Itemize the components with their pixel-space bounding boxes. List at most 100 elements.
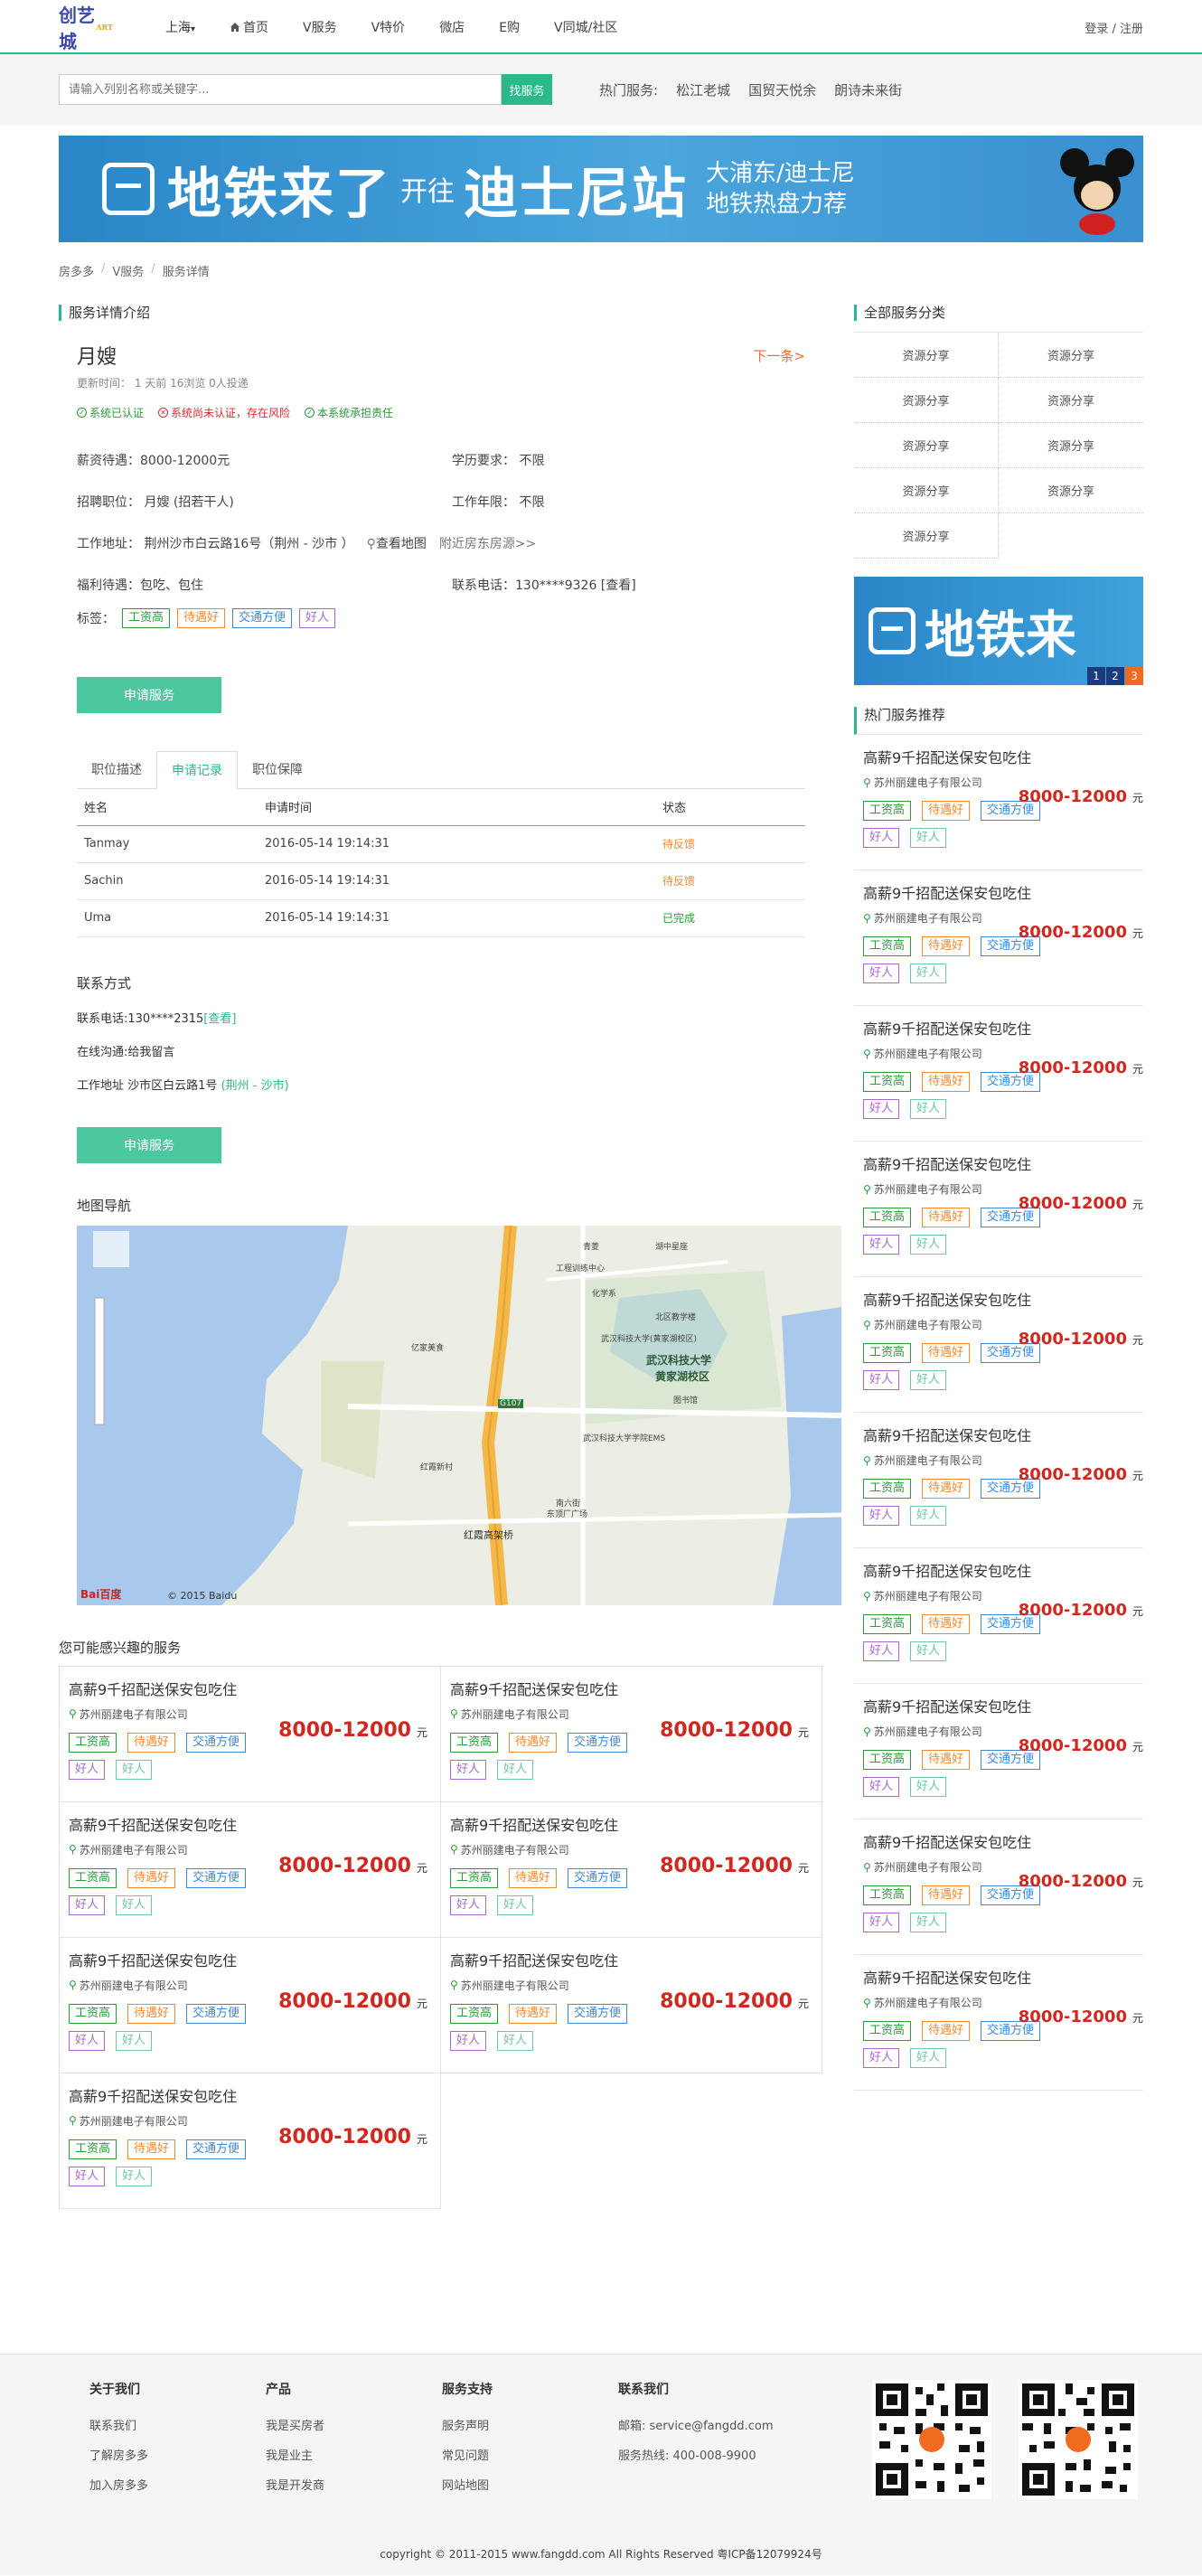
hot-link[interactable]: 松江老城: [676, 80, 730, 99]
nav-item-ebuy[interactable]: E购: [499, 18, 520, 36]
records-table: 姓名 申请时间 状态 Tanmay 2016-05-14 19:14:31 待反馈 …: [77, 789, 805, 937]
tab-description[interactable]: 职位描述: [77, 751, 156, 788]
category-item[interactable]: 资源分享: [999, 333, 1143, 378]
category-item[interactable]: 资源分享: [854, 333, 999, 378]
map-pin-icon: ⚲: [863, 1996, 871, 2009]
pager-dot[interactable]: 1: [1087, 667, 1105, 685]
hot-link[interactable]: 朗诗未来街: [834, 80, 902, 99]
pager-dot[interactable]: 2: [1106, 667, 1124, 685]
footer-link[interactable]: 我是业主: [266, 2449, 313, 2463]
contact-phone: 联系电话:130****2315[查看]: [77, 1011, 237, 1026]
city-selector[interactable]: 上海▾: [165, 18, 195, 36]
price: 8000-12000 元: [660, 1854, 809, 1877]
map-pin-icon: ⚲: [366, 537, 376, 551]
breadcrumb-item[interactable]: V服务: [112, 262, 144, 279]
nav-item-microshop[interactable]: 微店: [439, 18, 465, 36]
hot-card[interactable]: 高薪9千招配送保安包吃住 ⚲ 苏州丽建电子有限公司 工资高 待遇好 交通方便 好人 好人 800…: [854, 1684, 1143, 1819]
service-card[interactable]: 高薪9千招配送保安包吃住 ⚲ 苏州丽建电子有限公司 工资高 待遇好 交通方便 好人 好人 …: [60, 1666, 441, 1802]
map-view[interactable]: 武汉科技大学 黄家湖校区 武汉科技大学(黄家湖校区) 武汉科技大学学院EMS 红…: [77, 1225, 841, 1605]
view-phone-link[interactable]: [查看]: [203, 1012, 236, 1026]
metro-icon: [869, 607, 916, 654]
nav-item-vspecial[interactable]: V特价: [371, 18, 406, 36]
category-item[interactable]: 资源分享: [854, 423, 999, 468]
footer-link[interactable]: 加入房多多: [89, 2479, 148, 2493]
tab-guarantee[interactable]: 职位保障: [238, 751, 317, 788]
map-canvas: [77, 1225, 841, 1605]
apply-button[interactable]: 申请服务: [77, 677, 221, 713]
map-label: 武汉科技大学: [646, 1353, 712, 1367]
footer-link[interactable]: 网站地图: [442, 2479, 489, 2493]
hot-card[interactable]: 高薪9千招配送保安包吃住 ⚲ 苏州丽建电子有限公司 工资高 待遇好 交通方便 好人 好人 800…: [854, 870, 1143, 1006]
breadcrumb-item[interactable]: 房多多: [59, 262, 94, 279]
map-label: 青菱: [583, 1242, 600, 1252]
site-logo[interactable]: 创艺城 ART: [59, 5, 113, 52]
footer-email[interactable]: 邮箱: service@fangdd.com: [618, 2416, 822, 2433]
hot-card[interactable]: 高薪9千招配送保安包吃住 ⚲ 苏州丽建电子有限公司 工资高 待遇好 交通方便 好人 好人 800…: [854, 1413, 1143, 1548]
update-meta: 更新时间： 1 天前 16浏览 0人投递: [77, 377, 249, 390]
login-register-link[interactable]: 登录 / 注册: [1085, 19, 1143, 36]
category-item[interactable]: 资源分享: [854, 378, 999, 423]
column-header: 状态: [655, 789, 805, 826]
category-item[interactable]: 资源分享: [999, 423, 1143, 468]
hot-card[interactable]: 高薪9千招配送保安包吃住 ⚲ 苏州丽建电子有限公司 工资高 待遇好 交通方便 好人 好人 800…: [854, 1548, 1143, 1684]
hot-link[interactable]: 国贸天悦余: [748, 80, 816, 99]
hot-card[interactable]: 高薪9千招配送保安包吃住 ⚲ 苏州丽建电子有限公司 工资高 待遇好 交通方便 好人 好人 800…: [854, 1006, 1143, 1142]
tab-records[interactable]: 申请记录: [156, 751, 238, 790]
nav-item-home[interactable]: 首页: [230, 18, 268, 36]
footer-link[interactable]: 了解房多多: [89, 2449, 148, 2463]
banner-pager: 1 2 3: [1086, 667, 1143, 685]
qr-code-icon: [872, 2379, 991, 2499]
service-card[interactable]: 高薪9千招配送保安包吃住 ⚲ 苏州丽建电子有限公司 工资高 待遇好 交通方便 好人 好人 …: [441, 1937, 822, 2073]
map-pin-icon: ⚲: [863, 1182, 871, 1196]
footer-link[interactable]: 常见问题: [442, 2449, 489, 2463]
column-header: 申请时间: [258, 789, 655, 826]
map-pin-icon: ⚲: [863, 1318, 871, 1331]
footer-link[interactable]: 我是开发商: [266, 2479, 324, 2493]
service-card[interactable]: 高薪9千招配送保安包吃住 ⚲ 苏州丽建电子有限公司 工资高 待遇好 交通方便 好人 好人 …: [441, 1801, 822, 1938]
section-title: 服务详情介绍: [59, 305, 823, 321]
phone-field[interactable]: 联系电话：130****9326 [查看]: [452, 576, 805, 594]
pager-dot[interactable]: 3: [1125, 667, 1143, 685]
hot-card[interactable]: 高薪9千招配送保安包吃住 ⚲ 苏州丽建电子有限公司 工资高 待遇好 交通方便 好人 好人 800…: [854, 1819, 1143, 1955]
contact-info: 联系电话:130****2315[查看] 在线沟通:给我留言 工作地址 沙市区白…: [77, 1009, 805, 1093]
mickey-icon: [1060, 148, 1134, 235]
footer-link[interactable]: 我是买房者: [266, 2420, 324, 2433]
table-row: Sachin 2016-05-14 19:14:31 待反馈: [77, 862, 805, 900]
service-card[interactable]: 高薪9千招配送保安包吃住 ⚲ 苏州丽建电子有限公司 工资高 待遇好 交通方便 好人 好人 …: [60, 2073, 441, 2209]
hot-card[interactable]: 高薪9千招配送保安包吃住 ⚲ 苏州丽建电子有限公司 工资高 待遇好 交通方便 好人 好人 800…: [854, 1277, 1143, 1413]
tag: 好人: [299, 608, 336, 628]
banner-main-text: 地铁来了: [167, 162, 391, 226]
promo-banner[interactable]: 地铁来了 开往 迪士尼站 大浦东/迪士尼 地铁热盘力荐: [59, 136, 1143, 242]
nav-item-community[interactable]: V同城/社区: [554, 18, 617, 36]
footer-link[interactable]: 联系我们: [89, 2420, 136, 2433]
category-item[interactable]: 资源分享: [854, 513, 999, 559]
category-item[interactable]: 资源分享: [999, 378, 1143, 423]
side-banner[interactable]: 地铁来 1 2 3: [854, 577, 1143, 685]
category-item[interactable]: 资源分享: [854, 468, 999, 513]
service-card[interactable]: 高薪9千招配送保安包吃住 ⚲ 苏州丽建电子有限公司 工资高 待遇好 交通方便 好人 好人 …: [441, 1666, 822, 1802]
service-card[interactable]: 高薪9千招配送保安包吃住 ⚲ 苏州丽建电子有限公司 工资高 待遇好 交通方便 好人 好人 …: [60, 1937, 441, 2073]
banner-middle-text: 开往: [400, 176, 455, 208]
hot-card[interactable]: 高薪9千招配送保安包吃住 ⚲ 苏州丽建电子有限公司 工资高 待遇好 交通方便 好人 好人 800…: [854, 735, 1143, 870]
map-pin-icon: ⚲: [450, 1843, 458, 1856]
footer-hotline: 服务热线: 400-008-9900: [618, 2449, 756, 2463]
category-item[interactable]: 资源分享: [999, 468, 1143, 513]
copyright: copyright © 2011-2015 www.fangdd.com All…: [380, 2547, 822, 2561]
map-pin-icon: ⚲: [863, 1589, 871, 1603]
footer-link[interactable]: 服务声明: [442, 2420, 489, 2433]
search-button[interactable]: 找服务: [502, 74, 552, 105]
map-pin-icon: ⚲: [450, 1707, 458, 1720]
view-map-link[interactable]: ⚲查看地图: [367, 534, 427, 552]
nearby-link[interactable]: 附近房东房源>>: [439, 534, 536, 552]
contact-online[interactable]: 在线沟通:给我留言: [77, 1042, 805, 1059]
next-link[interactable]: 下一条>: [753, 346, 805, 365]
nav-item-vservice[interactable]: V服务: [303, 18, 337, 36]
interest-grid: 高薪9千招配送保安包吃住 ⚲ 苏州丽建电子有限公司 工资高 待遇好 交通方便 好人 好人 …: [59, 1666, 823, 2209]
map-pin-icon: ⚲: [863, 1453, 871, 1467]
search-input[interactable]: [59, 74, 502, 105]
hot-card[interactable]: 高薪9千招配送保安包吃住 ⚲ 苏州丽建电子有限公司 工资高 待遇好 交通方便 好人 好人 800…: [854, 1142, 1143, 1277]
hot-card[interactable]: 高薪9千招配送保安包吃住 ⚲ 苏州丽建电子有限公司 工资高 待遇好 交通方便 好人 好人 800…: [854, 1955, 1143, 2091]
service-card[interactable]: 高薪9千招配送保安包吃住 ⚲ 苏州丽建电子有限公司 工资高 待遇好 交通方便 好人 好人 …: [60, 1801, 441, 1938]
apply-button-2[interactable]: 申请服务: [77, 1126, 221, 1163]
map-label: 化学系: [592, 1289, 617, 1299]
